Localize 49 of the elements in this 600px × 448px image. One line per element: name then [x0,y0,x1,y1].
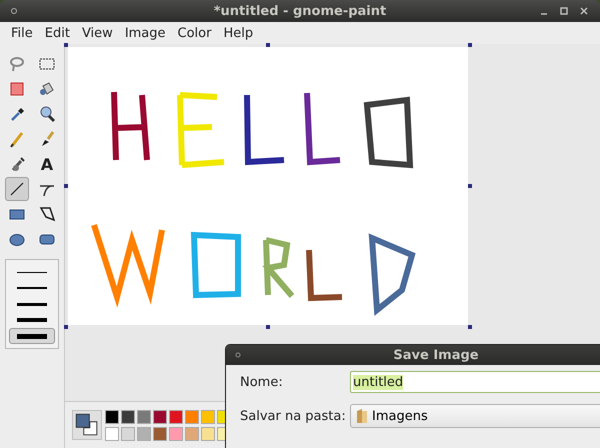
maximize-icon[interactable] [558,5,570,17]
pencil-icon [8,130,26,148]
resize-handle[interactable] [64,184,68,188]
dialog-title: Save Image [393,348,479,362]
color-swatch[interactable] [121,426,135,440]
folder-icon [355,408,369,424]
folder-dropdown[interactable]: Imagens [350,404,600,428]
name-field[interactable]: untitled [350,371,600,393]
color-swatch[interactable] [105,410,119,424]
menu-item[interactable]: View [76,24,118,42]
zoom-icon [38,105,56,123]
eraser-icon [8,80,26,98]
line-icon [8,180,26,198]
close-icon[interactable] [578,5,590,17]
tool-button[interactable] [5,177,29,201]
color-swatch[interactable] [121,410,135,424]
current-colors[interactable] [72,410,102,440]
resize-handle[interactable] [468,43,472,47]
resize-handle[interactable] [64,325,68,329]
primary-color[interactable] [76,414,90,428]
polygon-icon [38,205,56,223]
resize-handle[interactable] [468,325,472,329]
color-swatch[interactable] [105,426,119,440]
line-width-option[interactable] [9,328,55,344]
window-title: *untitled - gnome-paint [214,4,386,18]
color-swatch[interactable] [153,410,167,424]
color-swatch[interactable] [169,410,183,424]
resize-handle[interactable] [266,43,270,47]
menu-item[interactable]: Edit [40,24,75,42]
color-swatch[interactable] [201,426,215,440]
resize-handle[interactable] [468,184,472,188]
fill-icon [38,80,56,98]
menu-item[interactable]: Image [120,24,171,42]
resize-handle[interactable] [266,325,270,329]
color-swatch[interactable] [137,426,151,440]
menu-item[interactable]: Color [172,24,216,42]
folder-label: Salvar na pasta: [240,408,347,424]
color-swatch[interactable] [201,410,215,424]
color-swatch[interactable] [137,410,151,424]
window-menu-icon[interactable] [8,5,20,17]
color-swatch[interactable] [185,426,199,440]
name-label: Nome: [240,374,284,390]
resize-handle[interactable] [64,43,68,47]
color-swatch[interactable] [153,426,167,440]
lasso-icon [8,55,26,73]
color-swatch[interactable] [185,410,199,424]
menu-item[interactable]: Help [218,24,258,42]
menu-item[interactable]: File [6,24,38,42]
color-swatch[interactable] [169,426,183,440]
